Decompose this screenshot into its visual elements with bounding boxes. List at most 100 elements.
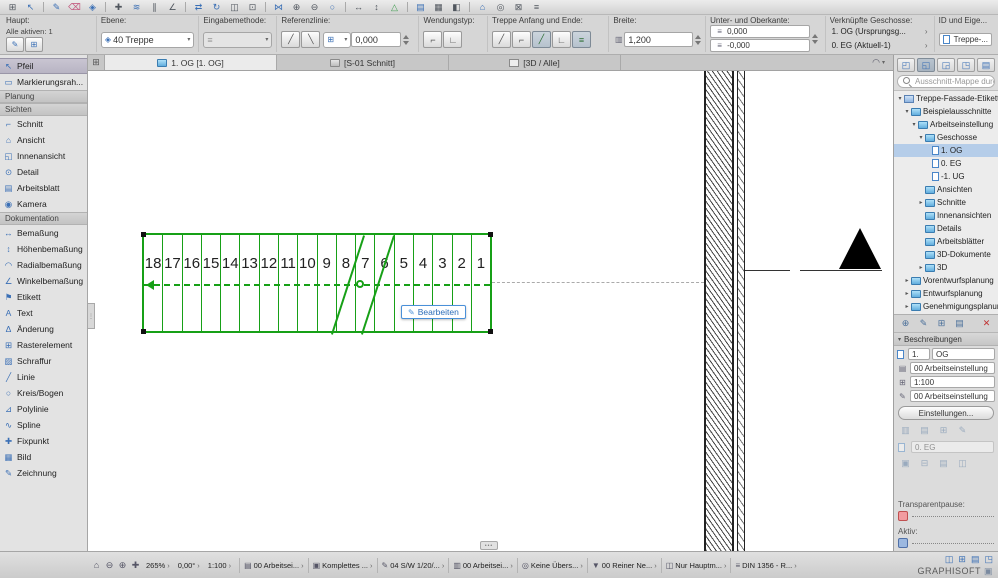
panel-toggle-icon[interactable]: ◳ xyxy=(984,554,993,565)
story-number-field[interactable]: 1. xyxy=(908,348,930,360)
toolbar-icon[interactable]: △ xyxy=(386,1,403,14)
sidebar-item[interactable]: ◉ Kamera xyxy=(0,196,87,212)
navigator-view-icon[interactable]: ◱ xyxy=(917,58,935,72)
toolbar-icon[interactable]: ○ xyxy=(324,1,341,14)
toolbar-icon[interactable]: ⋈ xyxy=(270,1,287,14)
view-nav-icon[interactable]: ⊖ xyxy=(103,559,116,572)
tree-expand-icon[interactable]: ▸ xyxy=(903,277,911,284)
toolbar-icon[interactable]: ⊖ xyxy=(306,1,323,14)
sidebar-item[interactable]: ⌐ Schnitt xyxy=(0,116,87,132)
sidebar-item[interactable]: ∿ Spline xyxy=(0,417,87,433)
tree-expand-icon[interactable]: ▸ xyxy=(903,303,911,310)
quick-options-dropdown[interactable]: ◫ Nur Hauptm... xyxy=(660,557,731,573)
teamwork-cloud-button[interactable]: ◠ xyxy=(864,55,893,70)
navigator-view-icon[interactable]: ◰ xyxy=(897,58,915,72)
offset-input[interactable]: 0,000 xyxy=(351,32,402,47)
view-nav-icon[interactable]: ⊕ xyxy=(116,559,129,572)
slider-track[interactable] xyxy=(912,542,994,544)
sidebar-item[interactable]: ↖ Pfeil xyxy=(0,58,87,74)
tree-item[interactable]: ▸ Genehmigungsplanung xyxy=(894,300,998,313)
toolbar-icon[interactable]: ⌫ xyxy=(66,1,83,14)
sidebar-item[interactable]: ⊿ Polylinie xyxy=(0,401,87,417)
quick-options-dropdown[interactable]: ▣ Komplettes ... xyxy=(307,557,377,573)
sidebar-item[interactable]: A Text xyxy=(0,305,87,321)
stair-tread[interactable]: 17 xyxy=(163,235,183,331)
toolbar-icon[interactable]: ↖ xyxy=(22,1,39,14)
width-stepper[interactable] xyxy=(695,34,702,45)
quick-options-dropdown[interactable]: ≡ DIN 1356 - R... xyxy=(730,557,800,573)
document-tab[interactable]: [S-01 Schnitt] xyxy=(277,55,449,70)
edit-stair-button[interactable]: ✎ Bearbeiten xyxy=(401,305,466,319)
transparent-trace-slider[interactable] xyxy=(894,510,998,524)
sidebar-item[interactable]: ▭ Markierungsrah... xyxy=(0,74,87,90)
tree-expand-icon[interactable]: ▸ xyxy=(903,290,911,297)
toolbar-icon[interactable]: ≡ xyxy=(528,1,545,14)
toolbar-icon[interactable]: ≋ xyxy=(128,1,145,14)
tab-overview-button[interactable]: ⊞ xyxy=(88,55,105,70)
toolbar-icon[interactable]: ▦ xyxy=(430,1,447,14)
tree-item[interactable]: -1. UG xyxy=(894,170,998,183)
sidebar-item[interactable]: ⊙ Detail xyxy=(0,164,87,180)
panel-toggle-icon[interactable]: ⊞ xyxy=(958,554,966,565)
reference-line-toggle[interactable]: ╲ xyxy=(301,31,321,48)
sidebar-item[interactable]: ⌂ Ansicht xyxy=(0,132,87,148)
toolbar-icon[interactable]: ⊠ xyxy=(510,1,527,14)
bottom-offset-input[interactable]: ≡ -0,000 xyxy=(710,39,811,52)
tree-item[interactable]: ▸ 3D xyxy=(894,261,998,274)
panel-toggle-icon[interactable]: ▤ xyxy=(971,554,980,565)
stair-tread[interactable]: 13 xyxy=(240,235,260,331)
stair-tread[interactable]: 16 xyxy=(183,235,202,331)
toolbar-icon[interactable]: ∠ xyxy=(164,1,181,14)
active-color-swatch[interactable] xyxy=(898,538,908,548)
panel-toggle-icon[interactable]: ◫ xyxy=(945,554,954,565)
tree-item[interactable]: ▸ Vorentwurfsplanung xyxy=(894,274,998,287)
tree-item[interactable]: Innenansichten xyxy=(894,209,998,222)
navigator-view-icon[interactable]: ◲ xyxy=(937,58,955,72)
story-name-field[interactable]: OG xyxy=(932,348,995,360)
haupt-tool-button[interactable]: ✎ xyxy=(6,36,24,52)
floor-select[interactable]: 0. EG xyxy=(911,441,994,453)
element-id-field[interactable]: Treppe-... xyxy=(938,33,992,46)
tree-item[interactable]: ▾ Geschosse xyxy=(894,131,998,144)
stair-end-toggle[interactable]: ≡ xyxy=(571,31,591,48)
wall-layer[interactable] xyxy=(737,71,745,551)
linked-story-bottom[interactable]: 0. EG (Aktuell-1) xyxy=(830,39,930,52)
toolbar-icon[interactable]: ◎ xyxy=(492,1,509,14)
turning-type-toggle[interactable]: ∟ xyxy=(443,31,463,48)
tree-item[interactable]: 1. OG xyxy=(894,144,998,157)
toolbar-icon[interactable]: ▤ xyxy=(412,1,429,14)
tree-item[interactable]: 0. EG xyxy=(894,157,998,170)
toolbar-icon[interactable] xyxy=(185,2,186,12)
turning-type-toggle[interactable]: ⌐ xyxy=(423,31,443,48)
tree-expand-icon[interactable]: ▾ xyxy=(910,121,918,128)
sidebar-item[interactable]: Planung xyxy=(0,90,87,103)
haupt-tool-button[interactable]: ⊞ xyxy=(25,36,43,52)
toolbar-icon[interactable] xyxy=(407,2,408,12)
settings-button[interactable]: Einstellungen... xyxy=(898,406,994,420)
sidebar-item[interactable]: ▨ Schraffur xyxy=(0,353,87,369)
sidebar-item[interactable]: ↕ Höhenbemaßung xyxy=(0,241,87,257)
palette-divider-handle[interactable]: ⋮ xyxy=(88,303,95,329)
navigator-view-icon[interactable]: ▤ xyxy=(977,58,995,72)
selection-handle[interactable] xyxy=(488,329,493,334)
sidebar-item[interactable]: ∠ Winkelbemaßung xyxy=(0,273,87,289)
sidebar-item[interactable]: Sichten xyxy=(0,103,87,116)
tree-item[interactable]: 3D-Dokumente xyxy=(894,248,998,261)
tree-item[interactable]: ▸ Schnitte xyxy=(894,196,998,209)
tree-item[interactable]: ▾ Beispielausschnitte xyxy=(894,105,998,118)
navigator-tool-icon[interactable]: ⊕ xyxy=(898,317,913,330)
toolbar-icon[interactable]: ◈ xyxy=(84,1,101,14)
toolbar-icon[interactable]: ⊕ xyxy=(288,1,305,14)
tree-item[interactable]: ▸ Entwurfsplanung xyxy=(894,287,998,300)
geometry-method-dropdown[interactable]: ≡ xyxy=(203,31,273,48)
toolbar-icon[interactable]: ◧ xyxy=(448,1,465,14)
descriptions-header[interactable]: Beschreibungen xyxy=(894,333,998,346)
toolbar-icon[interactable]: ↻ xyxy=(208,1,225,14)
toolbar-icon[interactable] xyxy=(469,2,470,12)
top-offset-input[interactable]: ≡ 0,000 xyxy=(710,25,811,38)
quick-options-dropdown[interactable]: ◎ Keine Übers... xyxy=(516,557,587,573)
quick-options-dropdown[interactable]: ▥ 00 Arbeitsei... xyxy=(448,557,517,573)
stair-end-toggle[interactable]: ╱ xyxy=(531,31,551,48)
linked-story-top[interactable]: 1. OG (Ursprungsg... xyxy=(830,25,930,38)
sidebar-item[interactable]: ◱ Innenansicht xyxy=(0,148,87,164)
